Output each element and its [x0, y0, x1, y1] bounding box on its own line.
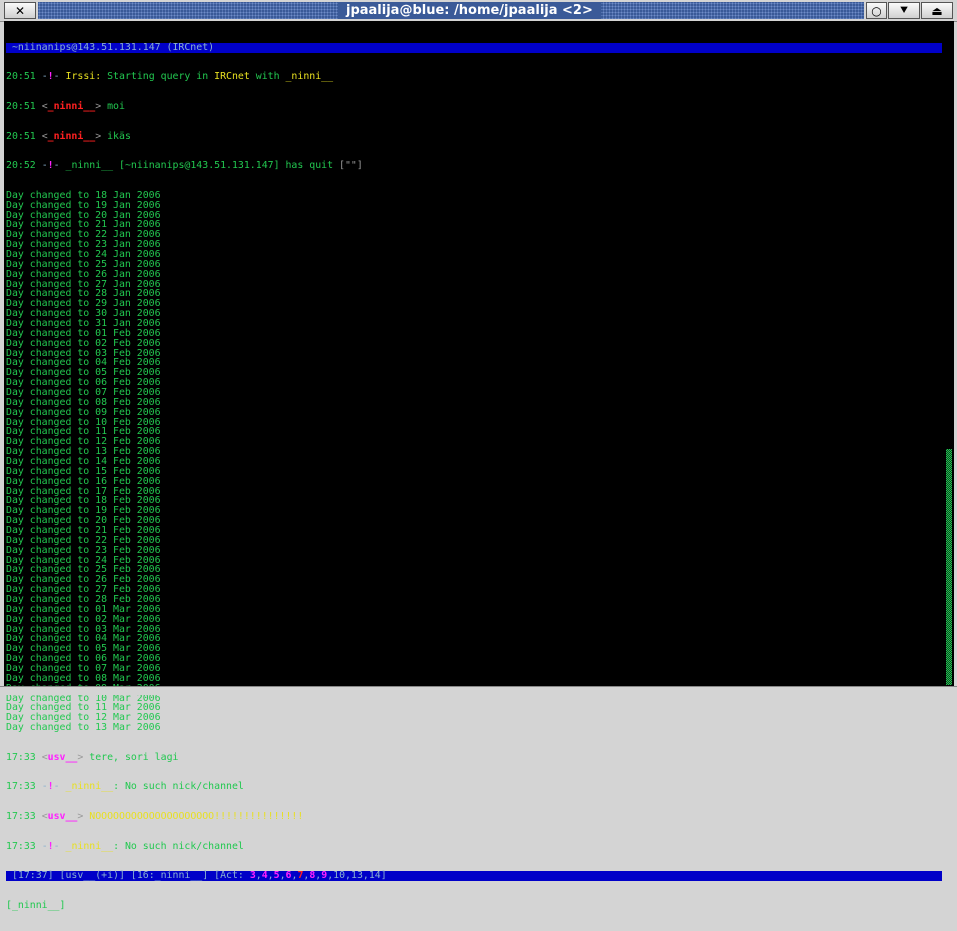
- log-line: 20:52 -!- _ninni__ [~niinanips@143.51.13…: [6, 160, 363, 172]
- close-button[interactable]: ✕: [4, 2, 36, 19]
- timestamp: 17:33: [6, 840, 36, 852]
- status-act-label: [Act:: [214, 870, 250, 882]
- minimize-button[interactable]: ○: [866, 2, 887, 19]
- msg: NOOOOOOOOOOOOOOOOOOOO!!!!!!!!!!!!!!!: [89, 811, 304, 823]
- input-line[interactable]: [_ninni__]: [6, 899, 942, 911]
- eject-icon: ⏏: [931, 3, 943, 18]
- activity-list: 3,4,5,6,7,8,9,10,13,14: [250, 870, 381, 881]
- log-line: 17:33 -!- _ninni__: No such nick/channel: [6, 840, 244, 852]
- nick: _ninni__: [65, 840, 114, 852]
- day-change-lines: Day changed to 18 Jan 2006 Day changed to…: [6, 190, 942, 734]
- timestamp: 20:51: [6, 71, 36, 83]
- log-line: 20:51 -!- Irssi: Starting query in IRCne…: [6, 71, 334, 83]
- timestamp: 20:51: [6, 100, 36, 112]
- status-time: [17:37]: [11, 870, 54, 882]
- timestamp: 20:52: [6, 160, 36, 172]
- terminal[interactable]: ~niinanips@143.51.131.147 (IRCnet) 20:51…: [4, 21, 954, 910]
- timestamp: 20:51: [6, 130, 36, 142]
- nick: _ninni__: [65, 160, 114, 172]
- host: [~niinanips@143.51.131.147]: [119, 160, 280, 172]
- status-act-end: ]: [380, 870, 387, 882]
- msg: has quit: [279, 160, 339, 172]
- topic-text: ~niinanips@143.51.131.147 (IRCnet): [11, 41, 215, 53]
- status-bar: [17:37] [usv__(+i)] [16:_ninni__] [Act: …: [6, 870, 942, 882]
- status-window: [16:_ninni__]: [130, 870, 209, 882]
- topic-bar: ~niinanips@143.51.131.147 (IRCnet): [6, 41, 942, 53]
- day-changed-line: Day changed to 11 Mar 2006: [6, 702, 161, 714]
- log-line: 20:51 <_ninni__> ikäs: [6, 130, 131, 142]
- shade-button[interactable]: ⯆: [888, 2, 920, 19]
- prefix: Irssi:: [65, 71, 102, 83]
- scrollbar[interactable]: [946, 449, 952, 685]
- input-prompt: [_ninni__]: [6, 899, 66, 911]
- msg: : No such nick/channel: [113, 840, 244, 852]
- close-icon: ✕: [14, 3, 26, 18]
- nick: _ninni__: [47, 100, 96, 112]
- day-changed-line: Day changed to 12 Mar 2006: [6, 712, 161, 724]
- log-line: 17:33 -!- _ninni__: No such nick/channel: [6, 781, 244, 793]
- log-line: 20:51 <_ninni__> moi: [6, 100, 125, 112]
- activity-window: 13: [351, 870, 363, 882]
- activity-window: 14: [368, 870, 381, 882]
- timestamp: 17:33: [6, 811, 36, 823]
- timestamp: 17:33: [6, 751, 36, 763]
- day-changed-line: Day changed to 10 Mar 2006: [6, 692, 161, 704]
- circle-icon: ○: [871, 3, 882, 18]
- irc-buffer: ~niinanips@143.51.131.147 (IRCnet) 20:51…: [6, 23, 942, 930]
- maximize-button[interactable]: ⏏: [921, 2, 953, 19]
- day-changed-line: Day changed to 13 Mar 2006: [6, 722, 161, 734]
- msg: ikäs: [107, 130, 131, 142]
- msg: moi: [107, 100, 125, 112]
- msg: Starting query in: [101, 71, 215, 83]
- msg: with: [249, 71, 286, 83]
- msg: : No such nick/channel: [113, 781, 244, 793]
- title-bar: ✕ jpaalija@blue: /home/jpaalija <2> ○ ⯆ …: [0, 0, 957, 22]
- timestamp: 17:33: [6, 781, 36, 793]
- window-title: jpaalija@blue: /home/jpaalija <2>: [338, 2, 601, 19]
- shade-down-icon: ⯆: [899, 3, 909, 17]
- nick: _ninni__: [47, 130, 96, 142]
- msg: tere, sori lagi: [89, 751, 179, 763]
- log-line: 17:33 <usv__> tere, sori lagi: [6, 751, 179, 763]
- nick: usv__: [47, 811, 78, 823]
- activity-window: 10: [333, 870, 346, 882]
- log-line: 17:33 <usv__> NOOOOOOOOOOOOOOOOOOOO!!!!!…: [6, 811, 304, 823]
- status-user: [usv__(+i)]: [59, 870, 125, 882]
- reason: [""]: [339, 160, 363, 172]
- window-title-area[interactable]: jpaalija@blue: /home/jpaalija <2>: [38, 2, 864, 19]
- nick: _ninni__: [285, 71, 334, 83]
- nick: _ninni__: [65, 781, 114, 793]
- nick: usv__: [47, 751, 78, 763]
- network: IRCnet: [214, 71, 250, 83]
